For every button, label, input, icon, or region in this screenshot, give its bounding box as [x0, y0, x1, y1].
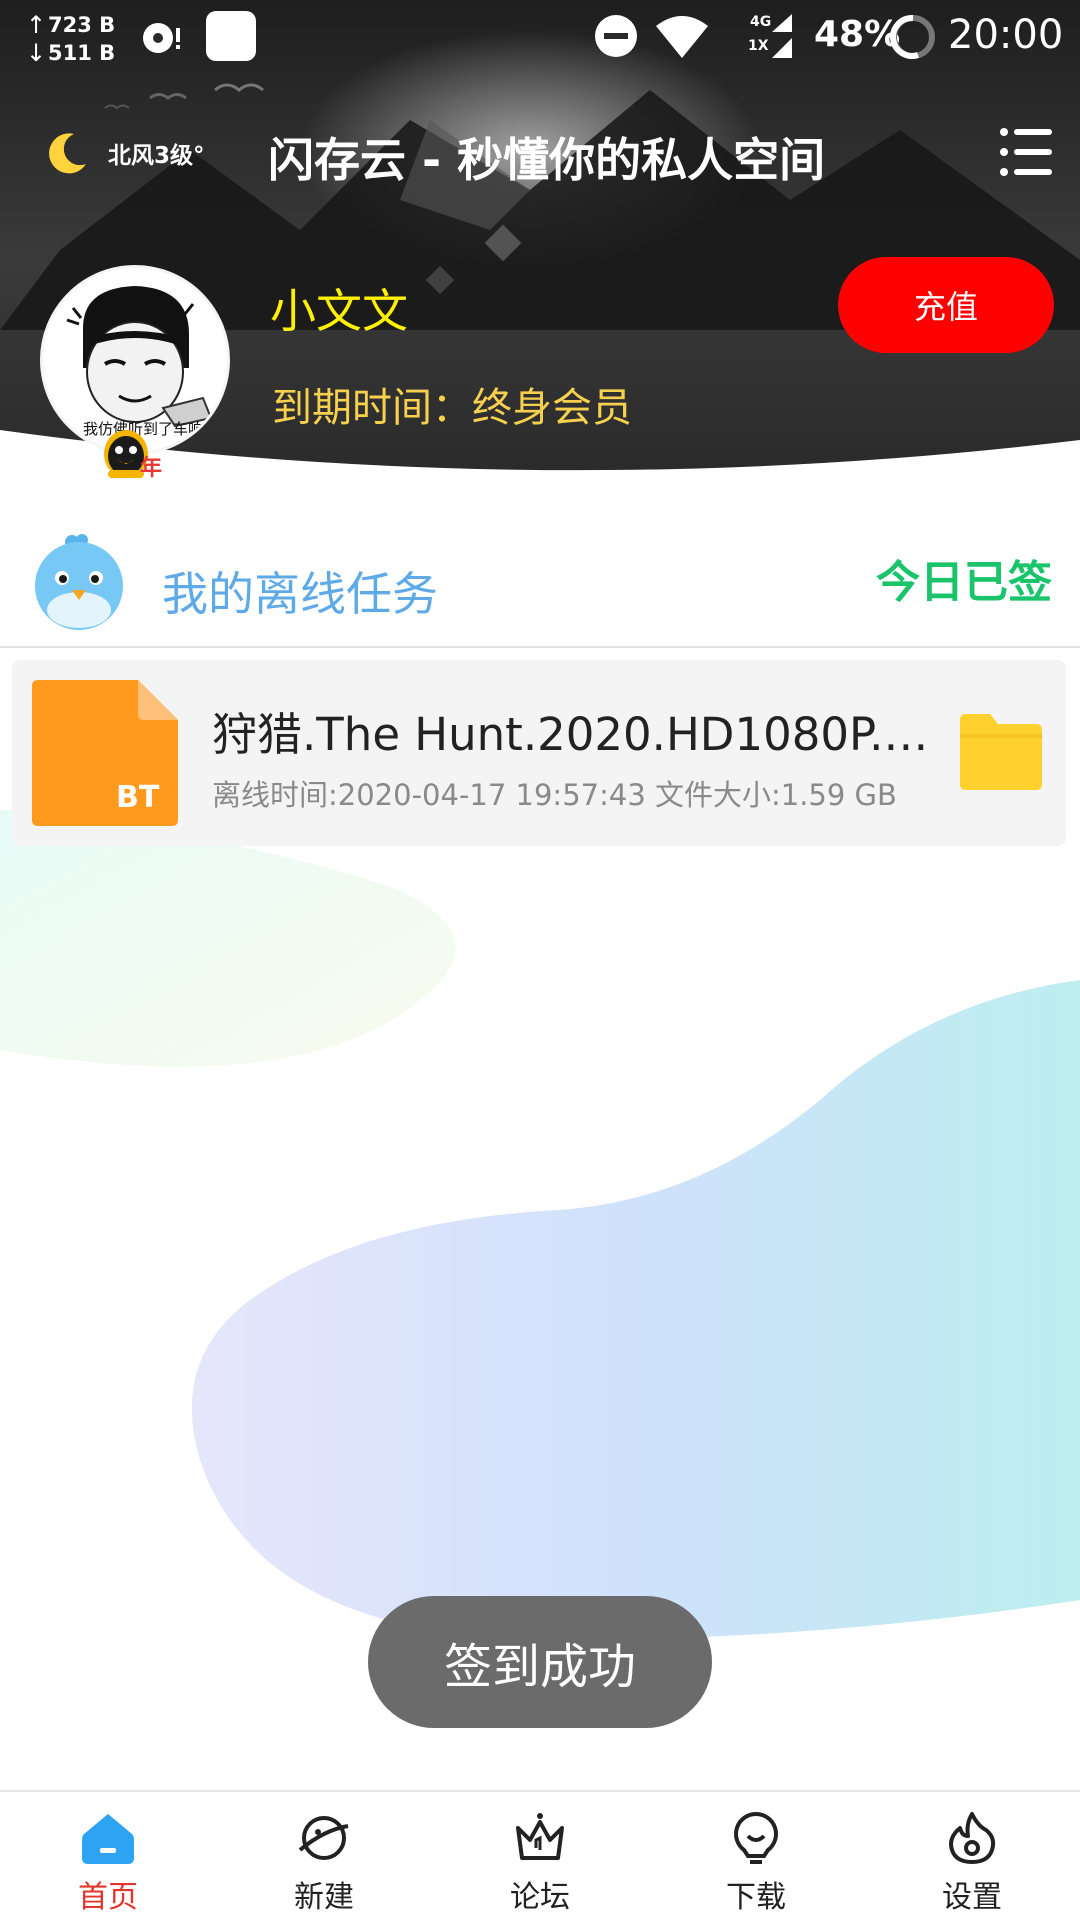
- download-speed: 511 B: [48, 41, 116, 65]
- section-title: 我的离线任务: [162, 567, 438, 621]
- nav-label: 首页: [78, 1880, 138, 1915]
- badge-year-text: 年: [140, 456, 163, 480]
- toast-message: 签到成功: [368, 1596, 712, 1728]
- crown-icon: [516, 1813, 564, 1860]
- disc-icon: [143, 23, 180, 53]
- do-not-disturb-icon: [595, 15, 637, 57]
- nav-new[interactable]: 新建: [254, 1810, 394, 1918]
- battery-ring-icon: [890, 14, 935, 59]
- nav-label: 新建: [294, 1880, 354, 1915]
- sign-in-status[interactable]: 今日已签: [876, 546, 1052, 610]
- bottom-navigation: 首页 新建 论坛 下载 设置: [0, 1790, 1080, 1920]
- offline-tasks-header: 我的离线任务 今日已签: [0, 522, 1080, 648]
- expire-time: 到期时间：终身会员: [272, 385, 632, 431]
- app-notification-icon: [206, 11, 256, 61]
- planet-icon: [298, 1816, 349, 1860]
- moon-icon: [49, 133, 86, 174]
- task-meta: 离线时间:2020-04-17 19:57:43 文件大小:1.59 GB: [212, 778, 897, 812]
- upload-speed: 723 B: [48, 13, 116, 37]
- task-item[interactable]: BT 狩猎.The Hunt.2020.HD1080P.X264.AAC.Eng…: [12, 660, 1066, 846]
- nav-label: 论坛: [510, 1880, 570, 1915]
- nav-label: 设置: [942, 1880, 1002, 1915]
- nav-settings[interactable]: 设置: [902, 1810, 1042, 1918]
- flame-icon: [949, 1812, 996, 1864]
- download-arrow-icon: ↓: [26, 39, 47, 67]
- recharge-button[interactable]: 充值: [838, 257, 1054, 353]
- home-icon: [82, 1814, 134, 1864]
- nav-forum[interactable]: 论坛: [470, 1810, 610, 1918]
- status-time: 20:00: [948, 12, 1064, 58]
- weather-text: 北风3级°: [108, 143, 205, 169]
- network-type: 4G 1X: [724, 12, 794, 62]
- blue-bird-icon: [35, 534, 123, 630]
- nav-label: 下载: [726, 1880, 786, 1915]
- profile-header: ↑ 723 B ↓ 511 B 4G 1X 48% 20:00 北风3级° 闪存…: [0, 0, 1080, 480]
- bulb-icon: [734, 1811, 778, 1864]
- folder-icon[interactable]: [960, 714, 1042, 790]
- task-name: 狩猎.The Hunt.2020.HD1080P.X264.AAC.Englis…: [212, 708, 952, 761]
- username: 小文文: [270, 284, 408, 338]
- signal-icon: [772, 14, 792, 58]
- vip-year-badge: 年: [100, 420, 170, 480]
- network-label-bottom: 1X: [748, 38, 769, 54]
- network-speed: ↑ 723 B ↓ 511 B: [26, 10, 136, 67]
- app-title: 闪存云 - 秒懂你的私人空间: [268, 133, 826, 187]
- decorative-blobs: [0, 810, 1080, 1640]
- nav-home[interactable]: 首页: [38, 1810, 178, 1918]
- upload-arrow-icon: ↑: [26, 11, 47, 39]
- menu-list-icon[interactable]: [998, 126, 1054, 178]
- nav-download[interactable]: 下载: [686, 1810, 826, 1918]
- file-type-label: BT: [116, 780, 160, 815]
- wifi-icon: [656, 16, 708, 58]
- status-bar: ↑ 723 B ↓ 511 B 4G 1X 48% 20:00: [0, 0, 1080, 76]
